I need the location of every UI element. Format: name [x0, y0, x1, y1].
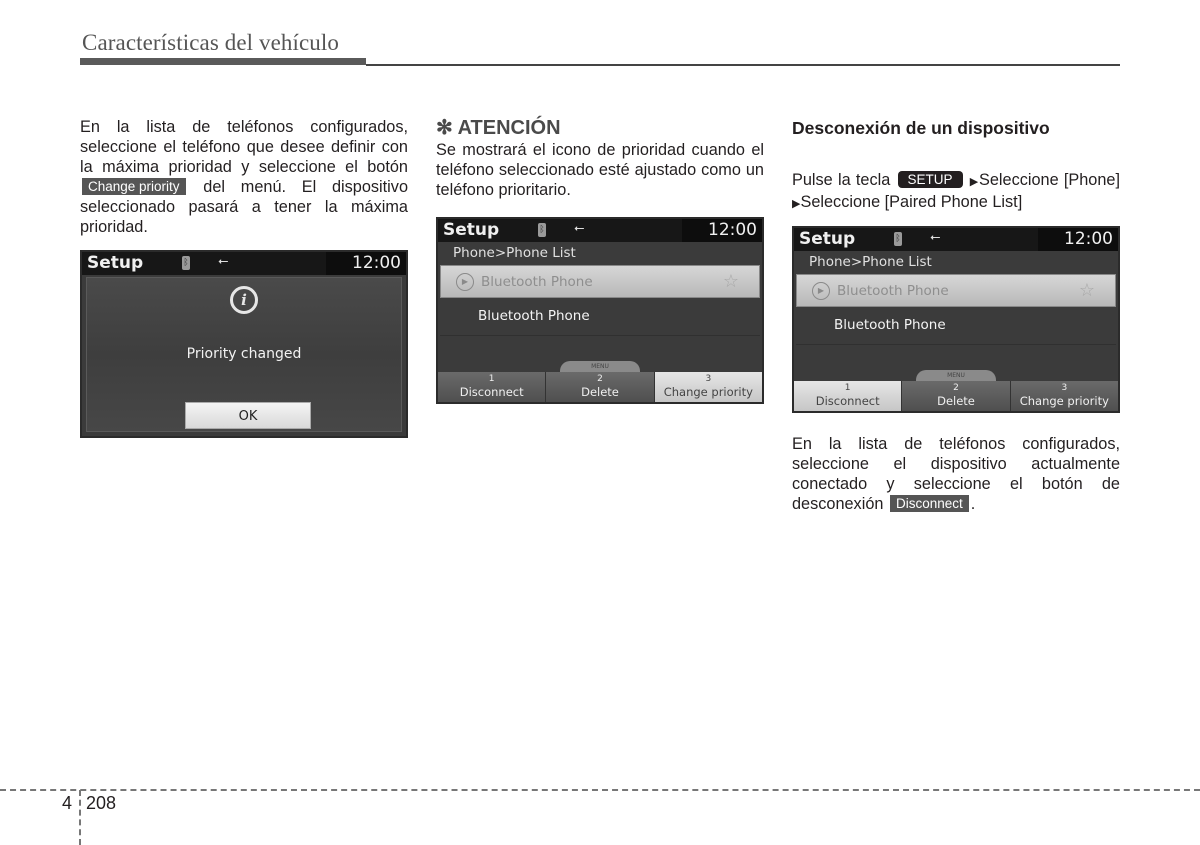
- text-segment: Seleccione [Phone]: [978, 171, 1120, 189]
- text-segment: Pulse la tecla: [792, 171, 891, 189]
- disconnect-softkey[interactable]: 1 Disconnect: [794, 381, 903, 411]
- softkey-number: 3: [1061, 383, 1068, 393]
- page-header-title: Características del vehículo: [82, 30, 339, 55]
- section-title: Desconexión de un dispositivo: [792, 118, 1050, 138]
- screen-priority-changed: Setup ᛒ ⭠ 12:00 i Priority changed OK: [80, 250, 408, 438]
- list-divider: [796, 344, 1116, 345]
- clock: 12:00: [708, 220, 757, 240]
- chapter-number: 4: [62, 793, 73, 813]
- bluetooth-icon: ᛒ: [182, 256, 190, 270]
- text-segment: .: [970, 495, 976, 513]
- softkey-number: 2: [597, 374, 603, 384]
- setup-key-chip: SETUP: [897, 171, 963, 188]
- softkey-label: Change priority: [1019, 394, 1109, 408]
- clock: 12:00: [1064, 229, 1113, 249]
- delete-softkey[interactable]: 2 Delete: [546, 372, 655, 402]
- breadcrumb: Phone>Phone List: [453, 245, 576, 261]
- status-bar: Setup ᛒ ⭠ 12:00: [82, 252, 406, 275]
- softkey-number: 1: [488, 374, 495, 384]
- play-icon: ▶: [456, 273, 474, 291]
- attention-heading: ✻ ATENCIÓN: [436, 116, 764, 140]
- usb-icon: ⭠: [930, 230, 941, 245]
- text-segment: Seleccione [Paired Phone List]: [800, 193, 1023, 211]
- asterisk-icon: ✻: [436, 117, 453, 139]
- change-priority-chip: Change priority: [82, 178, 186, 195]
- column-2: ✻ ATENCIÓN Se mostrará el icono de prior…: [436, 117, 764, 200]
- screen-phone-list-disconnect: Setup ᛒ ⭠ 12:00 Phone>Phone List ▶ Bluet…: [792, 226, 1120, 413]
- softkey-bar: 1 Disconnect 2 Delete 3 Change priority: [794, 381, 1118, 411]
- breadcrumb: Phone>Phone List: [809, 254, 932, 270]
- footer-dashed-rule: [0, 789, 1200, 791]
- list-item-label: Bluetooth Phone: [837, 283, 949, 299]
- play-icon: ▶: [812, 282, 830, 300]
- star-icon: ☆: [722, 271, 739, 292]
- list-divider: [440, 335, 760, 336]
- attention-paragraph: Se mostrará el icono de prioridad cuando…: [436, 141, 764, 199]
- ok-button[interactable]: OK: [185, 402, 311, 429]
- change-priority-softkey[interactable]: 3 Change priority: [1010, 381, 1118, 411]
- screen-title: Setup: [799, 229, 856, 249]
- disconnect-softkey[interactable]: 1 Disconnect: [438, 372, 547, 402]
- screen-title: Setup: [443, 220, 500, 240]
- attention-title-text: ATENCIÓN: [457, 117, 561, 139]
- column-3: Desconexión de un dispositivo Pulse la t…: [792, 117, 1120, 214]
- softkey-label: Delete: [581, 385, 619, 399]
- softkey-label: Disconnect: [815, 394, 880, 408]
- softkey-number: 2: [953, 383, 959, 393]
- list-item[interactable]: Bluetooth Phone: [834, 317, 946, 333]
- priority-instructions: En la lista de teléfonos configurados, s…: [80, 117, 408, 237]
- setup-instructions: Pulse la tecla SETUP ▶Seleccione [Phone]…: [792, 170, 1120, 214]
- softkey-label: Disconnect: [459, 385, 524, 399]
- clock: 12:00: [352, 253, 401, 273]
- softkey-label: Delete: [937, 394, 975, 408]
- softkey-label: Change priority: [663, 385, 753, 399]
- list-item-selected[interactable]: ▶ Bluetooth Phone ☆: [440, 265, 760, 298]
- text-segment: En la lista de teléfonos configurados, s…: [80, 118, 408, 176]
- status-bar: Setup ᛒ ⭠ 12:00: [794, 228, 1118, 251]
- softkey-number: 1: [844, 383, 851, 393]
- column-3-lower: En la lista de teléfonos configurados, s…: [792, 434, 1120, 514]
- screen-title: Setup: [87, 253, 144, 273]
- column-1: En la lista de teléfonos configurados, s…: [80, 117, 408, 237]
- info-icon: i: [230, 286, 258, 314]
- list-item-label: Bluetooth Phone: [481, 274, 593, 290]
- bluetooth-icon: ᛒ: [538, 223, 546, 237]
- delete-softkey[interactable]: 2 Delete: [902, 381, 1011, 411]
- status-bar: Setup ᛒ ⭠ 12:00: [438, 219, 762, 242]
- footer-vertical-rule: [79, 790, 81, 845]
- softkey-bar: 1 Disconnect 2 Delete 3 Change priority: [438, 372, 762, 402]
- bluetooth-icon: ᛒ: [894, 232, 902, 246]
- header-rule-thin: [366, 64, 1120, 66]
- usb-icon: ⭠: [574, 221, 585, 236]
- list-item[interactable]: Bluetooth Phone: [478, 308, 590, 324]
- usb-icon: ⭠: [218, 254, 229, 269]
- softkey-number: 3: [705, 374, 712, 384]
- header-rule-thick: [80, 58, 366, 65]
- page-number: 208: [86, 793, 117, 813]
- arrow-right-icon: ▶: [969, 176, 979, 188]
- list-item-selected[interactable]: ▶ Bluetooth Phone ☆: [796, 274, 1116, 307]
- change-priority-softkey[interactable]: 3 Change priority: [654, 372, 762, 402]
- disconnect-instructions: En la lista de teléfonos configurados, s…: [792, 434, 1120, 514]
- dialog-message: Priority changed: [186, 346, 302, 362]
- star-icon: ☆: [1078, 280, 1095, 301]
- screen-phone-list-change-priority: Setup ᛒ ⭠ 12:00 Phone>Phone List ▶ Bluet…: [436, 217, 764, 404]
- info-dialog: i Priority changed OK: [86, 277, 402, 432]
- disconnect-chip: Disconnect: [889, 495, 969, 512]
